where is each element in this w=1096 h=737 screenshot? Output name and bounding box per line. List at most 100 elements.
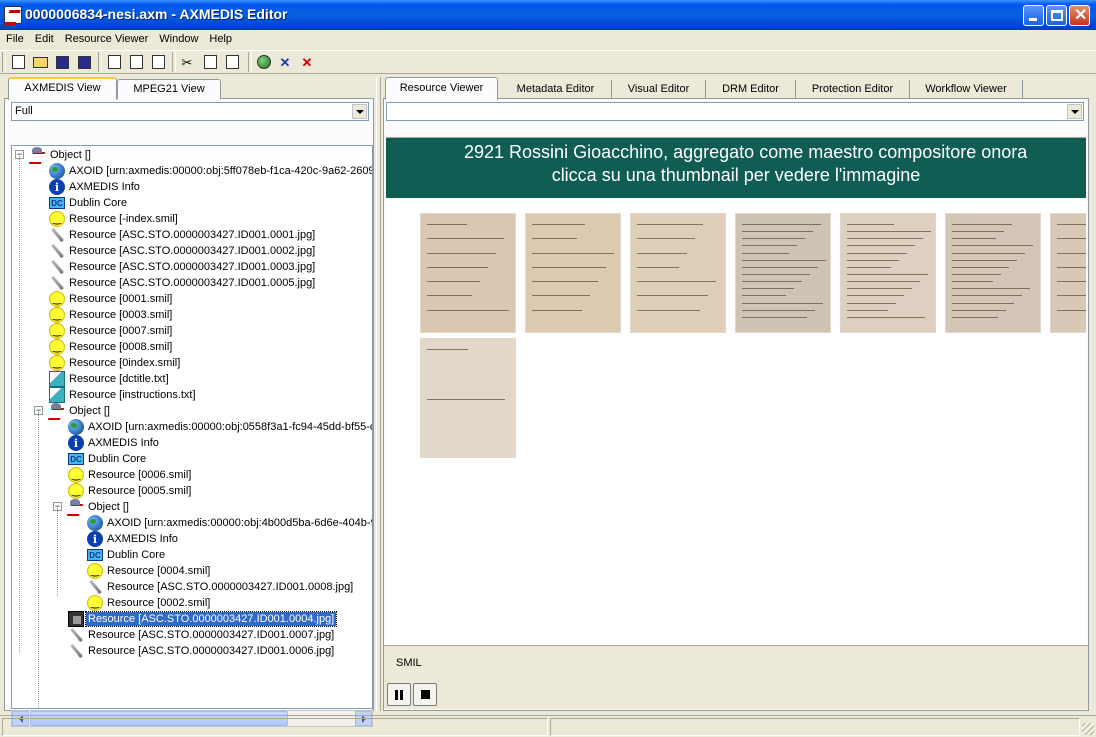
- tree-node-object[interactable]: Object []: [68, 499, 131, 515]
- open-button[interactable]: [30, 52, 50, 72]
- tools-red-button[interactable]: ✕: [298, 52, 318, 72]
- manuscript-thumbnail[interactable]: [420, 213, 516, 333]
- chevron-down-icon[interactable]: [352, 104, 367, 119]
- tree-node[interactable]: DC Dublin Core: [68, 451, 148, 467]
- dublin-core-icon: DC: [68, 453, 84, 465]
- menu-file[interactable]: File: [0, 32, 29, 46]
- tree-node[interactable]: Resource [0003.smil]: [49, 307, 174, 323]
- handwriting-stroke: [847, 316, 925, 318]
- status-bar: [0, 715, 1096, 737]
- tree-node-object[interactable]: Object []: [30, 147, 93, 163]
- tree-node[interactable]: AXOID [urn:axmedis:00000:obj:4b00d5ba-6d…: [87, 515, 372, 531]
- new-button[interactable]: [8, 52, 28, 72]
- tree-node[interactable]: Resource [0008.smil]: [49, 339, 174, 355]
- tab-protection-editor[interactable]: Protection Editor: [796, 80, 910, 99]
- banner-instruction: clicca su una thumbnail per vedere l'imm…: [551, 165, 921, 185]
- tab-resource-viewer[interactable]: Resource Viewer: [385, 77, 498, 100]
- panel-splitter[interactable]: [376, 77, 381, 711]
- handwriting-stroke: [742, 288, 794, 290]
- handwriting-stroke: [847, 266, 891, 268]
- menu-help[interactable]: Help: [203, 32, 237, 46]
- handwriting-stroke: [952, 295, 1022, 297]
- tree-node[interactable]: Resource [0001.smil]: [49, 291, 174, 307]
- text-file-icon: [49, 387, 65, 403]
- minimize-button[interactable]: [1023, 5, 1044, 26]
- smiley-icon: [49, 323, 65, 339]
- tree-node[interactable]: DC Dublin Core: [87, 547, 167, 563]
- tab-mpeg21-view[interactable]: MPEG21 View: [117, 79, 221, 99]
- resize-grip[interactable]: [1082, 723, 1094, 735]
- chevron-down-icon[interactable]: [1067, 104, 1082, 119]
- tree-node-label: Dublin Core: [88, 453, 147, 465]
- tree-node[interactable]: Resource [dctitle.txt]: [49, 371, 171, 387]
- manuscript-thumbnail[interactable]: [525, 213, 621, 333]
- tree-node[interactable]: Resource [0index.smil]: [49, 355, 182, 371]
- view-filter-select[interactable]: Full: [11, 102, 369, 121]
- globe-icon: [257, 55, 271, 69]
- tree-node-label: AXMEDIS Info: [107, 533, 178, 545]
- tree-node[interactable]: AXOID [urn:axmedis:00000:obj:0558f3a1-fc…: [68, 419, 372, 435]
- menu-resource-viewer[interactable]: Resource Viewer: [59, 32, 154, 46]
- tree-node[interactable]: Resource [-index.smil]: [49, 211, 180, 227]
- tree-node[interactable]: Resource [ASC.STO.0000003427.ID001.0006.…: [68, 643, 336, 659]
- menu-window[interactable]: Window: [153, 32, 203, 46]
- save-button[interactable]: [52, 52, 72, 72]
- tree-node[interactable]: Resource [ASC.STO.0000003427.ID001.0004.…: [68, 611, 338, 627]
- preview-button[interactable]: [148, 52, 168, 72]
- object-tree[interactable]: Object [] − AXOID [urn:axmedis:00000:obj:5…: [11, 145, 373, 709]
- tree-node[interactable]: Resource [ASC.STO.0000003427.ID001.0001.…: [49, 227, 317, 243]
- tree-node[interactable]: DC Dublin Core: [49, 195, 129, 211]
- tree-node[interactable]: Resource [0006.smil]: [68, 467, 193, 483]
- resource-address-select[interactable]: [386, 102, 1084, 121]
- maximize-button[interactable]: [1046, 5, 1067, 26]
- properties-button[interactable]: [104, 52, 124, 72]
- manuscript-thumbnail[interactable]: [1050, 213, 1086, 333]
- tree-node[interactable]: Resource [0002.smil]: [87, 595, 212, 611]
- handwriting-stroke: [847, 309, 888, 311]
- tools-button[interactable]: ✕: [276, 52, 296, 72]
- pause-button[interactable]: [387, 683, 411, 706]
- manuscript-thumbnail[interactable]: [630, 213, 726, 333]
- close-button[interactable]: ✕: [1069, 5, 1090, 26]
- cut-button[interactable]: ✂: [178, 52, 198, 72]
- copy-button[interactable]: [200, 52, 220, 72]
- tree-node[interactable]: Resource [0004.smil]: [87, 563, 212, 579]
- handwriting-stroke: [1057, 266, 1086, 268]
- tab-axmedis-view[interactable]: AXMEDIS View: [8, 77, 117, 100]
- tree-node[interactable]: Resource [ASC.STO.0000003427.ID001.0003.…: [49, 259, 317, 275]
- tree-node-object[interactable]: Object []: [49, 403, 112, 419]
- tree-node[interactable]: Resource [0007.smil]: [49, 323, 174, 339]
- paste-button[interactable]: [222, 52, 242, 72]
- tree-node[interactable]: Resource [ASC.STO.0000003427.ID001.0002.…: [49, 243, 317, 259]
- title-bar[interactable]: 0000006834-nesi.axm - AXMEDIS Editor ✕: [0, 0, 1096, 30]
- menu-edit[interactable]: Edit: [29, 32, 59, 46]
- tree-node[interactable]: Resource [instructions.txt]: [49, 387, 198, 403]
- tree-node[interactable]: i AXMEDIS Info: [68, 435, 161, 451]
- tree-node-label: Resource [ASC.STO.0000003427.ID001.0005.…: [69, 277, 316, 289]
- tree-node[interactable]: i AXMEDIS Info: [87, 531, 180, 547]
- pencil-icon: [49, 275, 65, 291]
- manuscript-thumbnail[interactable]: [420, 338, 516, 458]
- manuscript-thumbnail[interactable]: [840, 213, 936, 333]
- tree-node-label: Resource [0001.smil]: [69, 293, 173, 305]
- view-button[interactable]: [126, 52, 146, 72]
- handwriting-stroke: [952, 259, 1017, 261]
- smiley-icon: [49, 291, 65, 307]
- network-button[interactable]: [254, 52, 274, 72]
- tree-node[interactable]: Resource [ASC.STO.0000003427.ID001.0008.…: [87, 579, 355, 595]
- handwriting-stroke: [532, 295, 590, 297]
- tab-workflow-viewer[interactable]: Workflow Viewer: [910, 80, 1023, 99]
- tab-drm-editor[interactable]: DRM Editor: [706, 80, 796, 99]
- tree-node[interactable]: AXOID [urn:axmedis:00000:obj:5ff078eb-f1…: [49, 163, 372, 179]
- smil-controls: SMIL: [384, 645, 1088, 709]
- tree-node[interactable]: Resource [ASC.STO.0000003427.ID001.0007.…: [68, 627, 336, 643]
- stop-button[interactable]: [413, 683, 437, 706]
- tree-node[interactable]: Resource [0005.smil]: [68, 483, 193, 499]
- manuscript-thumbnail[interactable]: [735, 213, 831, 333]
- save-all-button[interactable]: [74, 52, 94, 72]
- tree-node[interactable]: i AXMEDIS Info: [49, 179, 142, 195]
- tab-visual-editor[interactable]: Visual Editor: [612, 80, 706, 99]
- tree-node[interactable]: Resource [ASC.STO.0000003427.ID001.0005.…: [49, 275, 317, 291]
- manuscript-thumbnail[interactable]: [945, 213, 1041, 333]
- tab-metadata-editor[interactable]: Metadata Editor: [500, 80, 612, 99]
